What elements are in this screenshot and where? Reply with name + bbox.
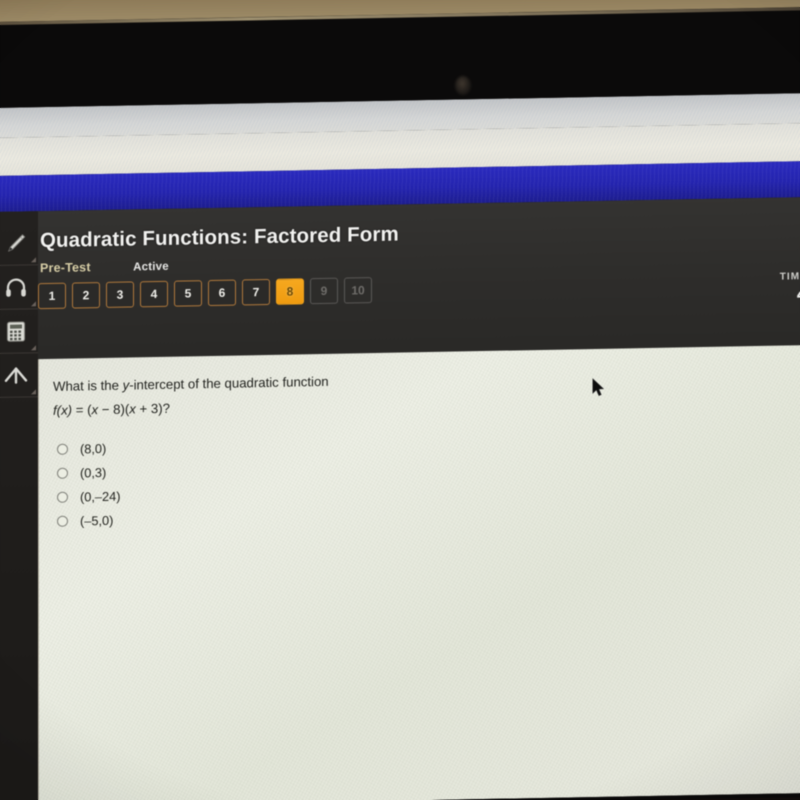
status-badge: Active: [133, 260, 169, 274]
question-prompt-suffix: -intercept of the quadratic function: [129, 373, 329, 393]
tool-corner-marker: [31, 301, 36, 307]
calculator-icon: [4, 319, 28, 343]
formula-eq: = (: [72, 402, 92, 418]
radio-button-1[interactable]: [57, 443, 68, 455]
answer-option-3[interactable]: (0,–24): [57, 484, 121, 509]
answer-options: (8,0) (0,3) (0,–24) (–5,0): [57, 436, 121, 533]
headphones-icon: [3, 274, 29, 300]
radio-button-3[interactable]: [57, 491, 68, 503]
question-nav-10: 10: [344, 277, 372, 304]
webcam-icon: [455, 76, 471, 95]
calculator-tool[interactable]: [0, 309, 38, 354]
header-subrow: Pre-Test Active: [40, 257, 169, 277]
laptop-screen-photo: Quadratic Functions: Factored Form Pre-T…: [0, 0, 800, 800]
mouse-cursor: [592, 378, 605, 397]
screen-viewport: Quadratic Functions: Factored Form Pre-T…: [0, 93, 800, 800]
highlighter-icon: [3, 230, 29, 256]
question-prompt-prefix: What is the: [53, 377, 123, 394]
question-nav-1[interactable]: 1: [38, 282, 66, 310]
audio-tool[interactable]: [0, 265, 38, 310]
tool-corner-marker: [31, 389, 36, 395]
answer-option-1[interactable]: (8,0): [57, 436, 121, 461]
timer: TIME 4: [780, 271, 800, 307]
answer-option-2-label: (0,3): [80, 464, 107, 480]
question-nav-2[interactable]: 2: [72, 282, 100, 309]
highlighter-tool[interactable]: [0, 221, 38, 266]
answer-option-4-label: (–5,0): [80, 512, 114, 528]
timer-label: TIME: [779, 271, 800, 283]
answer-option-3-label: (0,–24): [80, 488, 121, 504]
formula-mid: − 8)(: [98, 401, 130, 418]
question-nav-7[interactable]: 7: [242, 278, 270, 306]
formula-arg: (x): [56, 402, 73, 418]
timer-value: 4: [796, 284, 800, 306]
question-panel: What is the y-intercept of the quadratic…: [38, 344, 800, 800]
question-nav-9: 9: [310, 277, 338, 305]
formula-end: + 3)?: [135, 400, 170, 417]
question-nav-6[interactable]: 6: [208, 279, 236, 307]
answer-option-1-label: (8,0): [80, 440, 107, 456]
answer-option-2[interactable]: (0,3): [57, 460, 121, 485]
radio-button-4[interactable]: [57, 515, 68, 527]
question-navigator: 1 2 3 4 5 6 7 8 9 10: [38, 277, 372, 310]
question-prompt: What is the y-intercept of the quadratic…: [53, 369, 473, 396]
scroll-up-tool[interactable]: [0, 353, 38, 398]
radio-button-2[interactable]: [57, 467, 68, 479]
up-arrow-icon: [3, 362, 29, 388]
tool-corner-marker: [31, 257, 36, 263]
section-label: Pre-Test: [40, 260, 91, 276]
answer-option-4[interactable]: (–5,0): [57, 508, 121, 533]
question-formula: f(x) = (x − 8)(x + 3)?: [53, 401, 170, 418]
question-nav-5[interactable]: 5: [174, 280, 202, 307]
formula-var-2: x: [129, 401, 136, 417]
question-nav-8[interactable]: 8: [276, 278, 304, 305]
page-title: Quadratic Functions: Factored Form: [40, 222, 399, 253]
assessment-header: Quadratic Functions: Factored Form Pre-T…: [0, 197, 800, 360]
question-nav-4[interactable]: 4: [140, 280, 168, 308]
question-nav-3[interactable]: 3: [106, 281, 134, 308]
tool-rail: [0, 211, 38, 800]
tool-corner-marker: [31, 345, 36, 351]
